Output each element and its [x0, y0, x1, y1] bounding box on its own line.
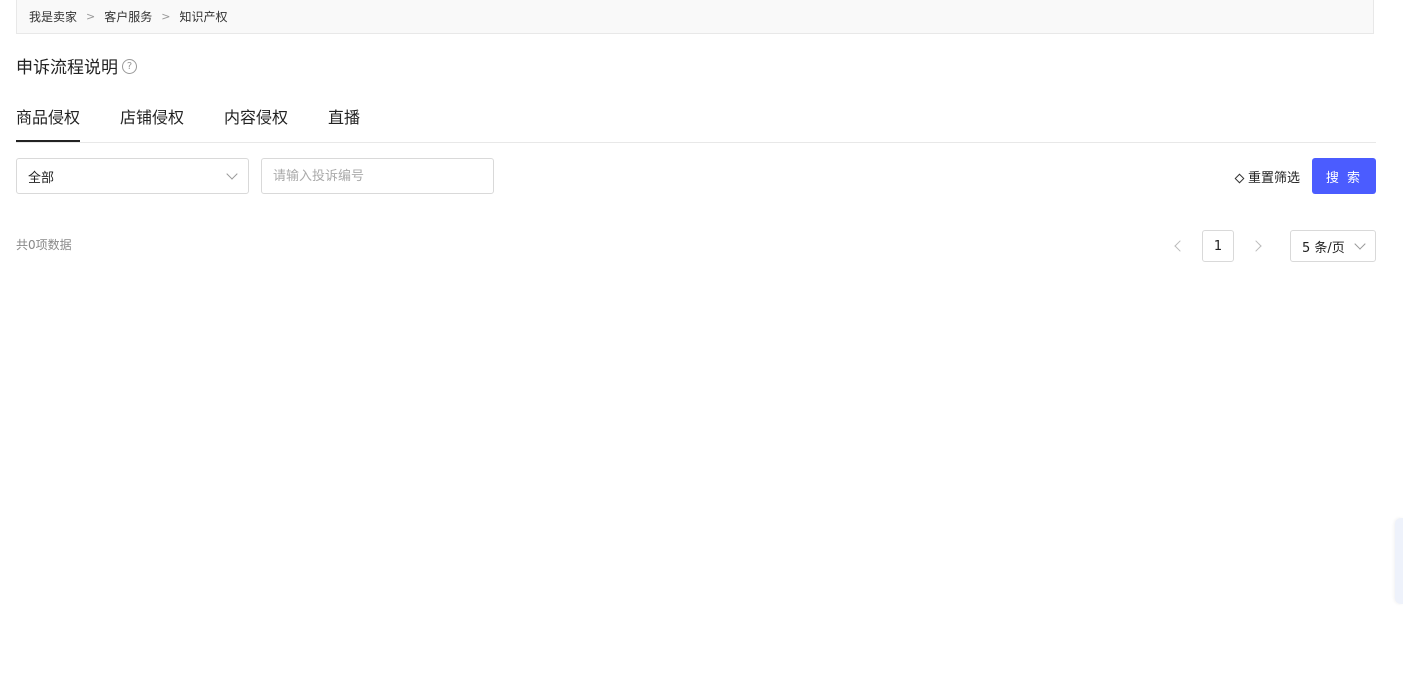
total-count: 共0项数据 — [16, 238, 72, 252]
page-size-value: 5 条/页 — [1302, 240, 1345, 256]
breadcrumb-item-ip: 知识产权 — [179, 10, 228, 24]
chevron-down-icon — [226, 168, 238, 180]
status-select-value: 全部 — [28, 170, 55, 186]
next-page-button[interactable] — [1242, 230, 1274, 262]
side-float-widget[interactable] — [1395, 518, 1403, 604]
question-mark-icon[interactable]: ? — [122, 58, 137, 74]
search-button[interactable]: 搜 索 — [1312, 158, 1376, 194]
tab-product-infringement[interactable]: 商品侵权 — [16, 104, 81, 142]
prev-page-button[interactable] — [1162, 230, 1194, 262]
reset-filter-label: 重置筛选 — [1247, 170, 1300, 186]
tab-store-infringement[interactable]: 店铺侵权 — [120, 104, 184, 141]
breadcrumb-item-seller[interactable]: 我是卖家 — [29, 8, 77, 25]
page-number[interactable]: 1 — [1202, 230, 1234, 262]
tab-bar: 商品侵权 店铺侵权 内容侵权 直播 — [16, 104, 1376, 143]
complaint-number-input[interactable] — [261, 158, 494, 194]
chevron-down-icon — [1354, 238, 1366, 250]
page-title: 申诉流程说明 — [16, 57, 118, 78]
chevron-left-icon — [1174, 240, 1186, 252]
chevron-right-icon — [1250, 240, 1262, 252]
breadcrumb-separator: > — [86, 10, 96, 23]
tab-content-infringement[interactable]: 内容侵权 — [224, 104, 288, 141]
tab-live[interactable]: 直播 — [328, 104, 360, 141]
breadcrumb: 我是卖家 > 客户服务 > 知识产权 — [16, 0, 1374, 34]
pagination: 1 5 条/页 — [1162, 230, 1376, 262]
page-size-select[interactable]: 5 条/页 — [1290, 230, 1376, 262]
page: 我是卖家 > 客户服务 > 知识产权 申诉流程说明 ? 商品侵权 店铺侵权 内容… — [0, 0, 1403, 695]
title-row: 申诉流程说明 ? — [16, 53, 137, 78]
status-select[interactable]: 全部 — [16, 158, 249, 194]
filter-row: 全部 重置筛选 搜 索 — [16, 158, 1376, 194]
breadcrumb-item-customer-service[interactable]: 客户服务 — [104, 8, 152, 25]
eraser-icon — [1234, 173, 1245, 183]
reset-filter-button[interactable]: 重置筛选 — [1234, 158, 1300, 194]
breadcrumb-separator: > — [161, 10, 171, 23]
